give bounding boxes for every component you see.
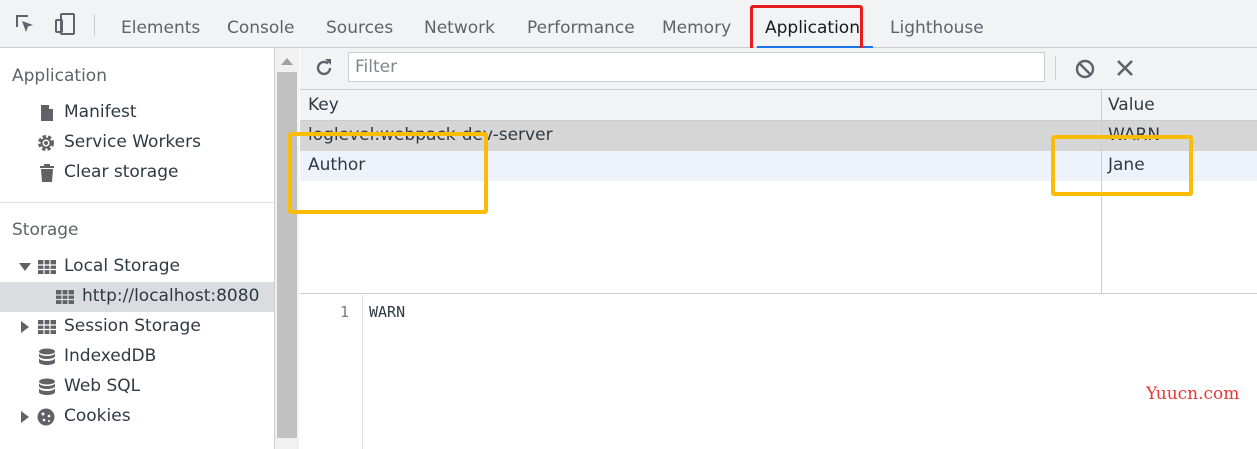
device-toolbar-icon[interactable] [53, 12, 77, 36]
value-preview: 1 WARN [300, 295, 1257, 449]
database-icon [39, 378, 55, 395]
tab-sources[interactable]: Sources [326, 0, 393, 48]
sidebar-scrollbar-thumb[interactable] [277, 72, 297, 438]
grid-icon [38, 260, 56, 274]
preview-gutter [362, 295, 363, 449]
tab-lighthouse[interactable]: Lighthouse [890, 0, 984, 48]
inspect-element-icon[interactable] [13, 12, 37, 36]
toolbar-separator [1055, 56, 1056, 80]
column-header-key[interactable]: Key [308, 95, 339, 115]
sidebar-item-label: Manifest [64, 102, 137, 122]
sidebar-item-local-storage[interactable]: Local Storage [0, 252, 274, 282]
toolbar-separator [94, 14, 95, 36]
sidebar-item-manifest[interactable]: Manifest [0, 98, 274, 128]
file-icon [41, 105, 53, 121]
close-icon[interactable] [1115, 58, 1135, 78]
database-icon [39, 348, 55, 365]
watermark: Yuucn.com [1146, 384, 1240, 404]
sidebar-item-session-storage[interactable]: Session Storage [0, 312, 274, 342]
grid-icon [56, 290, 74, 304]
sidebar-item-label: Web SQL [64, 376, 141, 396]
scroll-up-icon[interactable] [281, 58, 293, 65]
clear-all-icon[interactable] [1074, 58, 1096, 80]
column-header-value[interactable]: Value [1108, 95, 1155, 115]
tab-console[interactable]: Console [227, 0, 295, 48]
sidebar-heading-storage: Storage [12, 220, 79, 240]
trash-icon [40, 164, 54, 182]
sidebar-item-web-sql[interactable]: Web SQL [0, 372, 274, 402]
sidebar-item-localhost-8080[interactable]: http://localhost:8080 [0, 282, 274, 312]
expand-arrow-icon[interactable] [19, 263, 31, 271]
sidebar-item-label: Cookies [64, 406, 131, 426]
sidebar-divider [0, 202, 274, 203]
grid-icon [38, 320, 56, 334]
tab-memory[interactable]: Memory [662, 0, 731, 48]
sidebar-item-clear-storage[interactable]: Clear storage [0, 158, 274, 188]
tab-performance[interactable]: Performance [527, 0, 635, 48]
sidebar-item-label: Clear storage [64, 162, 179, 182]
sidebar-item-cookies[interactable]: Cookies [0, 402, 274, 432]
cookie-icon [37, 408, 55, 426]
refresh-icon[interactable] [314, 58, 334, 78]
sidebar-item-service-workers[interactable]: Service Workers [0, 128, 274, 158]
tab-elements[interactable]: Elements [121, 0, 200, 48]
table-header: Key Value [300, 90, 1257, 121]
storage-toolbar [300, 48, 1257, 90]
jane-value-highlight [1051, 135, 1193, 196]
expand-arrow-icon[interactable] [21, 411, 29, 423]
sidebar-item-label: Local Storage [64, 256, 180, 276]
sidebar-item-label: Service Workers [64, 132, 201, 152]
tab-network[interactable]: Network [424, 0, 495, 48]
sidebar: Application Manifest Service Workers Cle… [0, 48, 275, 449]
sidebar-heading-application: Application [12, 66, 107, 86]
storage-panel: Key Value loglevel:webpack-dev-server WA… [300, 48, 1257, 449]
expand-arrow-icon[interactable] [21, 321, 29, 333]
filter-input[interactable] [348, 52, 1045, 82]
sidebar-item-indexeddb[interactable]: IndexedDB [0, 342, 274, 372]
preview-text: WARN [369, 303, 406, 321]
line-number: 1 [340, 303, 350, 321]
author-key-highlight [288, 132, 488, 214]
sidebar-item-label: Session Storage [64, 316, 201, 336]
sidebar-item-label: http://localhost:8080 [82, 286, 260, 306]
sidebar-item-label: IndexedDB [64, 346, 157, 366]
devtools-tab-bar: Elements Console Sources Network Perform… [0, 0, 1257, 48]
gear-icon [38, 135, 54, 151]
